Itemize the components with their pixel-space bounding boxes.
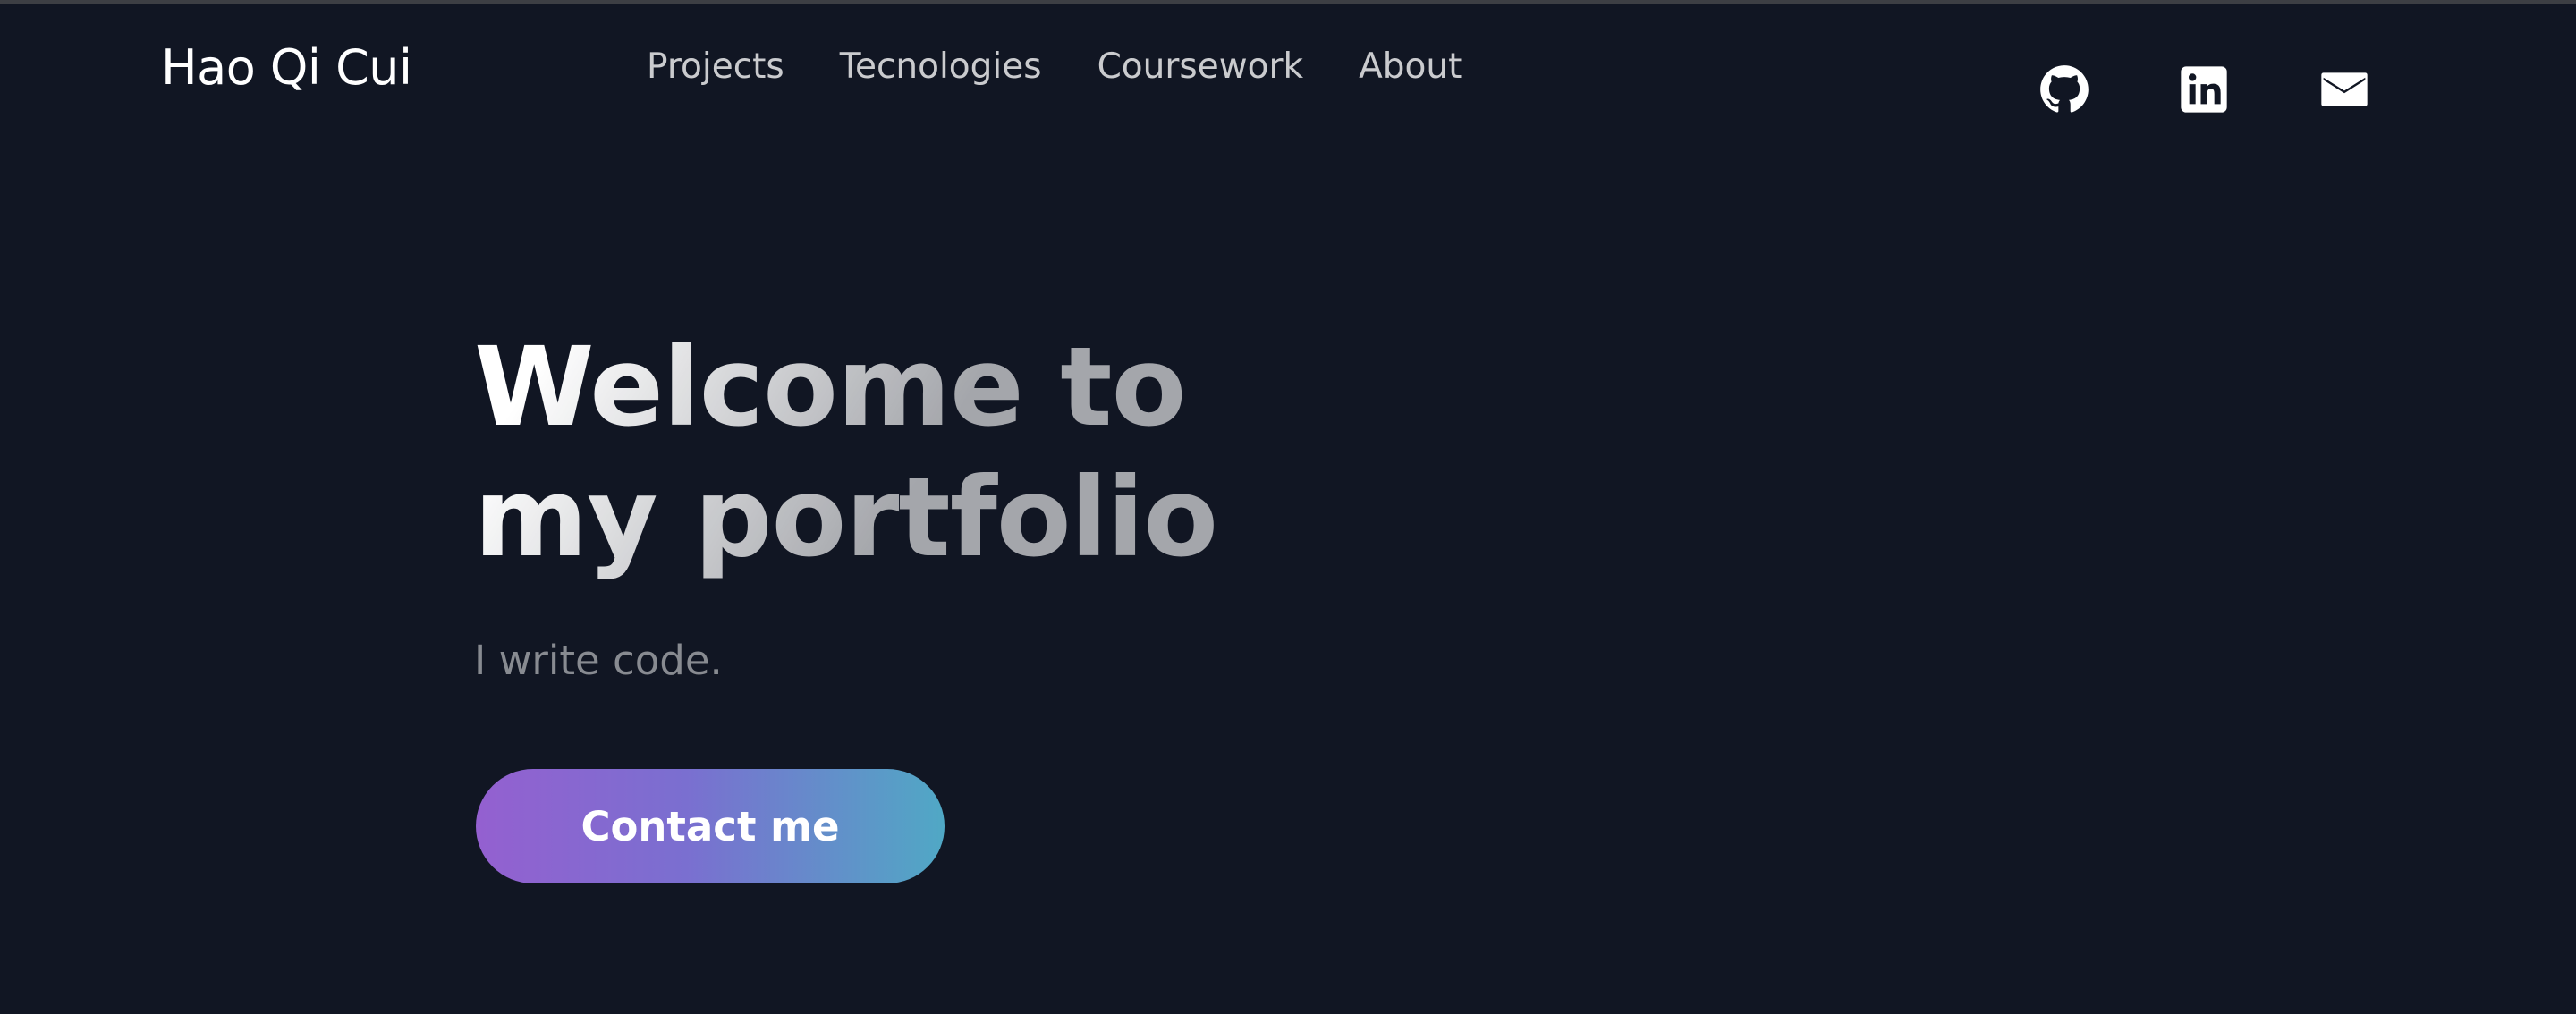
hero-subtitle: I write code. bbox=[474, 637, 723, 684]
contact-me-button[interactable]: Contact me bbox=[476, 769, 945, 883]
email-link[interactable] bbox=[2319, 64, 2369, 114]
nav-link-projects[interactable]: Projects bbox=[647, 46, 784, 87]
github-link[interactable] bbox=[2039, 64, 2089, 114]
hero-title-line-2: my portfolio bbox=[474, 454, 1218, 581]
hero-title-line-1: Welcome to bbox=[474, 324, 1186, 451]
nav-link-coursework[interactable]: Coursework bbox=[1097, 46, 1304, 87]
brand-name[interactable]: Hao Qi Cui bbox=[161, 39, 412, 96]
hero-section: Welcome to my portfolio I write code. bbox=[474, 322, 1217, 684]
main-nav: Projects Tecnologies Coursework About bbox=[647, 46, 1462, 87]
linkedin-link[interactable] bbox=[2179, 64, 2229, 114]
mail-icon bbox=[2321, 72, 2368, 106]
github-icon bbox=[2040, 65, 2089, 113]
hero-title: Welcome to my portfolio bbox=[474, 322, 1217, 583]
portfolio-page: Hao Qi Cui Projects Tecnologies Coursewo… bbox=[0, 0, 2576, 1014]
nav-link-about[interactable]: About bbox=[1359, 46, 1462, 87]
nav-link-technologies[interactable]: Tecnologies bbox=[840, 46, 1042, 87]
linkedin-icon bbox=[2181, 66, 2227, 113]
